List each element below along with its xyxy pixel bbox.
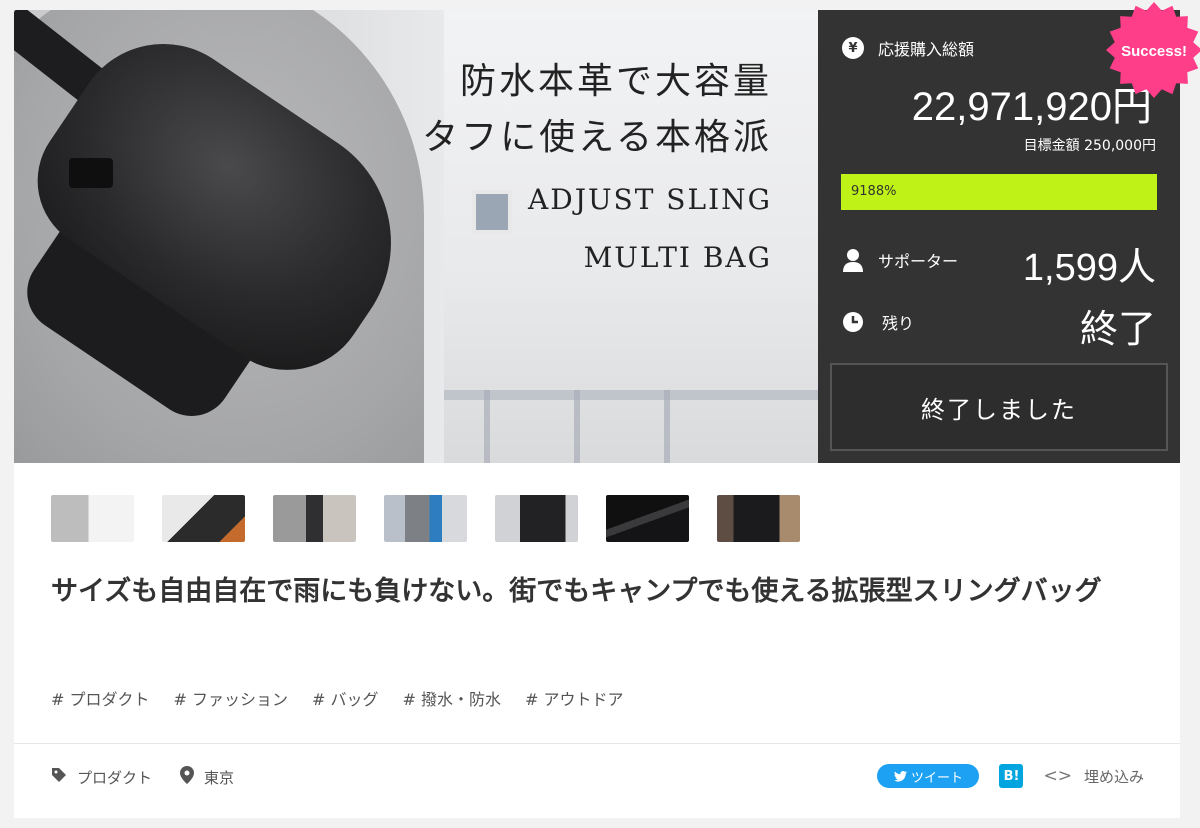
thumbnail-5[interactable] [495,495,578,542]
hatena-bookmark-button[interactable]: B! [999,764,1024,788]
thumbnail-4[interactable] [384,495,467,542]
supporters-count: 1,599人 [1022,247,1156,289]
project-card: 防水本革で大容量 タフに使える本格派 ADJUST SLING MULTI BA… [14,2,1200,818]
ended-button[interactable]: 終了しました [830,363,1168,451]
location-pin-icon [180,766,195,788]
supporters-label: サポーター [878,252,959,271]
thumbnail-6[interactable] [606,495,689,542]
supporters-row: サポーター [842,248,958,272]
tag-list: # プロダクト # ファッション # バッグ # 撥水・防水 # アウトドア [51,686,624,710]
hero-title-line1: 防水本革で大容量 [459,61,772,102]
share-actions: ツイート B! <> 埋め込み [877,764,1144,788]
bag-buckle [69,158,113,188]
twitter-icon [893,770,907,782]
tag-link[interactable]: # プロダクト [51,686,150,710]
tag-link[interactable]: # アウトドア [525,686,624,710]
divider [14,743,1180,744]
tag-icon [51,767,67,787]
hero-image[interactable]: 防水本革で大容量 タフに使える本格派 ADJUST SLING MULTI BA… [14,10,818,463]
tag-link[interactable]: # 撥水・防水 [403,686,502,710]
background-rail [664,390,670,463]
total-label-row: ¥ 応援購入総額 [842,36,974,60]
yen-icon: ¥ [842,37,864,59]
thumbnail-7[interactable] [717,495,800,542]
hero-subtitle-line1: ADJUST SLING [528,183,772,216]
remaining-label: 残り [882,314,915,333]
tweet-label: ツイート [910,770,963,786]
hero-title-line2: タフに使える本格派 [422,117,772,158]
progress-bar: 9188% [841,174,1157,210]
tag-link[interactable]: # ファッション [174,686,289,710]
remaining-row: 残り [842,310,914,334]
project-meta: プロダクト 東京 [51,766,234,788]
tweet-button[interactable]: ツイート [877,764,980,788]
total-label: 応援購入総額 [878,40,975,59]
embed-code-icon[interactable]: <> [1043,766,1072,786]
embed-link[interactable]: 埋め込み [1084,766,1144,787]
product-title: サイズも自由自在で雨にも負けない。街でもキャンプでも使える拡張型スリングバッグ [51,576,1102,607]
tag-link[interactable]: # バッグ [312,686,379,710]
category-link[interactable]: プロダクト [77,767,152,788]
success-badge: Success! [1106,2,1200,98]
remaining-value: 終了 [1079,309,1156,351]
thumbnail-1[interactable] [51,495,134,542]
target-amount: 目標金額 250,000円 [1023,138,1156,154]
hero-subtitle-line2: MULTI BAG [583,241,772,274]
location-link[interactable]: 東京 [204,767,234,788]
success-badge-label: Success! [1121,43,1187,60]
progress-percent: 9188% [851,184,897,199]
background-rail [574,390,580,463]
thumbnail-3[interactable] [273,495,356,542]
background-rail [484,390,490,463]
thumbnail-strip [51,495,800,542]
clock-icon [842,311,864,333]
person-icon [842,248,864,272]
background-pipe [444,390,818,400]
thumbnail-2[interactable] [162,495,245,542]
hero-headline: 防水本革で大容量 タフに使える本格派 ADJUST SLING MULTI BA… [422,54,772,282]
